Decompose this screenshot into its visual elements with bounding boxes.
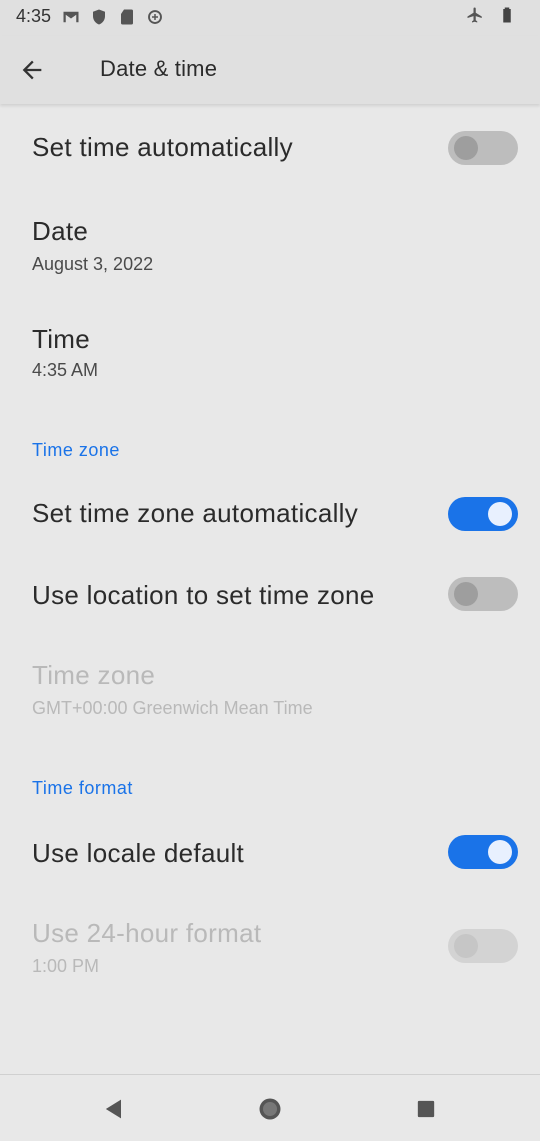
set-time-zone-automatically-label: Set time zone automatically xyxy=(32,498,359,528)
time-zone-label: Time zone xyxy=(32,660,156,690)
time-zone-section-header: Time zone xyxy=(32,440,120,460)
use-locale-default-switch[interactable] xyxy=(446,834,520,870)
shield-icon xyxy=(90,8,108,26)
time-row[interactable]: Time 4:35 AM xyxy=(0,302,540,410)
nav-back-button[interactable] xyxy=(100,1095,128,1123)
set-time-zone-automatically-row[interactable]: Set time zone automatically xyxy=(0,474,540,554)
airplane-mode-icon xyxy=(466,6,484,24)
switch-thumb xyxy=(488,840,512,864)
notification-icons xyxy=(62,8,164,26)
use-24-hour-switch xyxy=(446,928,520,964)
back-triangle-icon xyxy=(100,1095,128,1123)
set-time-automatically-row[interactable]: Set time automatically xyxy=(0,104,540,194)
arrow-back-icon xyxy=(18,60,46,88)
set-time-automatically-switch[interactable] xyxy=(446,130,520,166)
switch-thumb xyxy=(454,934,478,958)
time-zone-value: GMT+00:00 Greenwich Mean Time xyxy=(32,698,313,718)
set-time-zone-automatically-switch[interactable] xyxy=(446,496,520,532)
use-location-row[interactable]: Use location to set time zone xyxy=(0,556,540,636)
status-time: 4:35 xyxy=(16,6,52,26)
back-button[interactable] xyxy=(18,56,54,84)
use-24-hour-example: 1:00 PM xyxy=(32,956,100,976)
time-value: 4:35 AM xyxy=(32,360,99,380)
status-bar: 4:35 xyxy=(0,0,540,36)
sd-card-icon xyxy=(118,8,136,26)
date-label: Date xyxy=(32,216,89,246)
battery-icon xyxy=(498,6,516,24)
date-value: August 3, 2022 xyxy=(32,254,154,274)
system-icons xyxy=(466,6,516,24)
data-saver-icon xyxy=(146,8,164,26)
nav-home-button[interactable] xyxy=(256,1095,284,1123)
set-time-automatically-label: Set time automatically xyxy=(32,132,293,162)
switch-thumb xyxy=(454,582,478,606)
navigation-bar xyxy=(0,1074,540,1141)
date-row[interactable]: Date August 3, 2022 xyxy=(0,194,540,302)
use-location-label: Use location to set time zone xyxy=(32,580,375,610)
recents-square-icon xyxy=(412,1095,440,1123)
switch-thumb xyxy=(488,502,512,526)
use-location-switch[interactable] xyxy=(446,576,520,612)
use-locale-default-label: Use locale default xyxy=(32,838,245,868)
time-format-section-header: Time format xyxy=(32,778,133,798)
use-24-hour-row: Use 24-hour format 1:00 PM xyxy=(0,896,540,996)
switch-thumb xyxy=(454,136,478,160)
page-title: Date & time xyxy=(100,56,218,81)
use-24-hour-label: Use 24-hour format xyxy=(32,918,262,948)
gmail-icon xyxy=(62,8,80,26)
use-locale-default-row[interactable]: Use locale default xyxy=(0,814,540,894)
time-zone-row: Time zone GMT+00:00 Greenwich Mean Time xyxy=(0,638,540,748)
nav-recents-button[interactable] xyxy=(412,1095,440,1123)
app-bar: Date & time xyxy=(0,36,540,104)
home-circle-icon xyxy=(256,1095,284,1123)
time-label: Time xyxy=(32,324,91,354)
